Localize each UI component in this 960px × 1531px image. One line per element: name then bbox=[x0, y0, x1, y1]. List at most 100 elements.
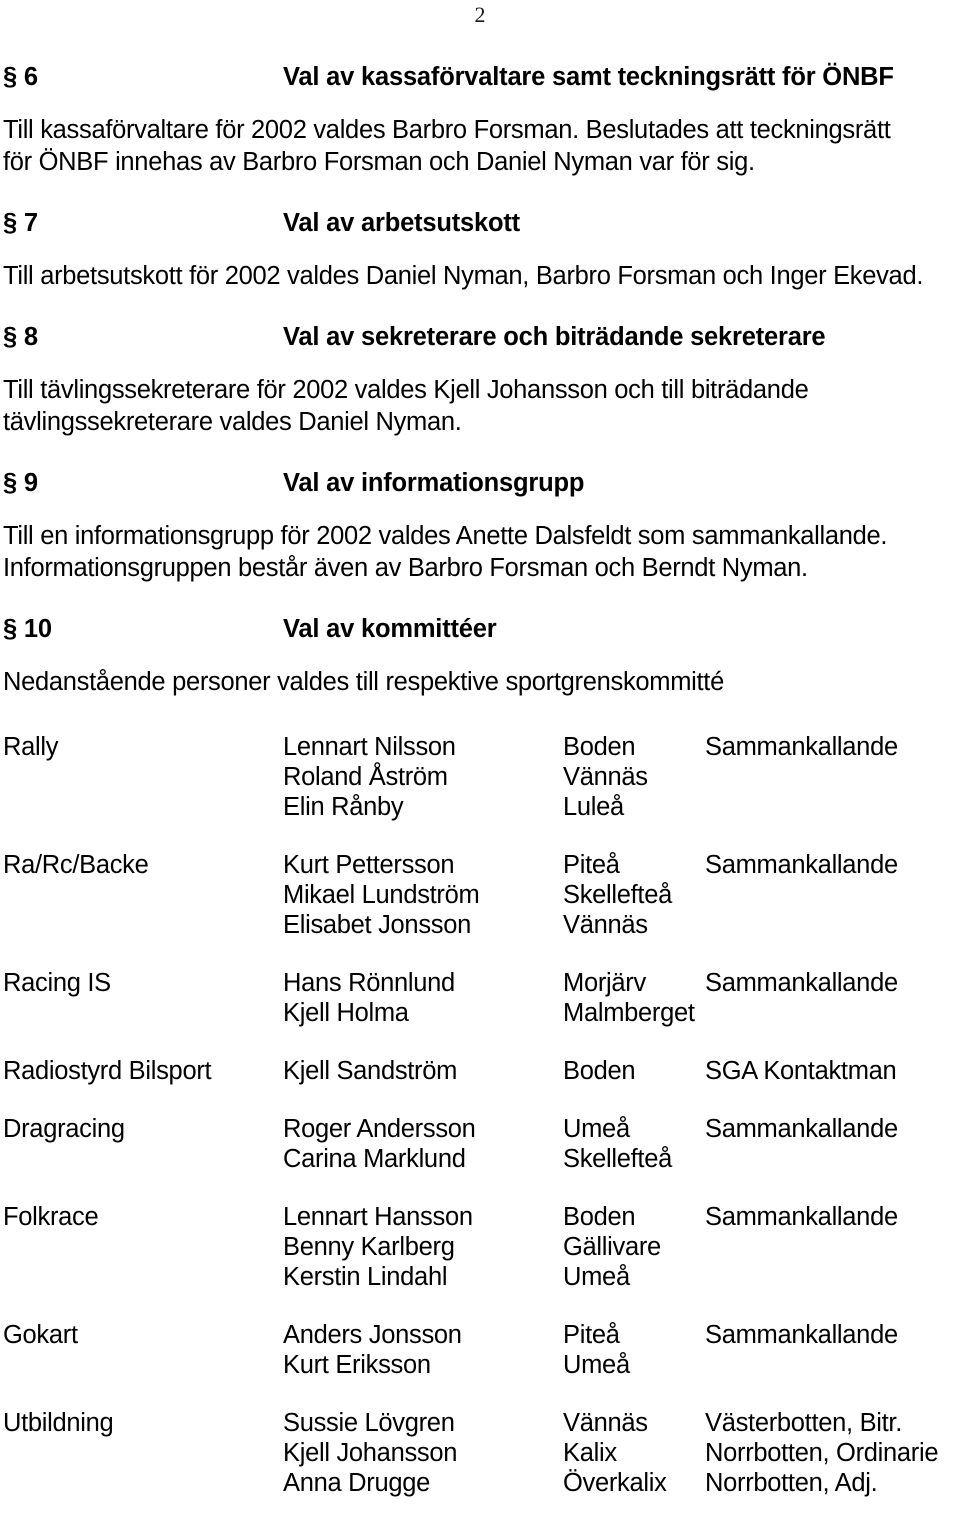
committee-category bbox=[3, 998, 283, 1028]
committee-member-name: Elin Rånby bbox=[283, 793, 404, 821]
committee-member-name: Kjell Johansson bbox=[283, 1439, 458, 1467]
spacer-cell bbox=[283, 1174, 563, 1202]
document-body: § 6 Val av kassaförvaltare samt tecknings… bbox=[3, 62, 949, 1498]
table-row: Kjell Johansson Kalix Norrbotten, Ordinari… bbox=[3, 1438, 939, 1468]
table-row: Ra/Rc/Backe Kurt Pettersson Piteå Sammankal… bbox=[3, 850, 938, 880]
committee-category bbox=[3, 910, 283, 940]
table-row-spacer bbox=[3, 1028, 938, 1056]
paragraph-line: Till tävlingssekreterare för 2002 valdes… bbox=[3, 376, 809, 404]
spacer-cell bbox=[563, 1292, 705, 1320]
committee-category bbox=[3, 1262, 283, 1292]
paragraph-line: Nedanstående personer valdes till respek… bbox=[3, 668, 724, 696]
spacer-cell bbox=[705, 940, 938, 968]
committee-member-role bbox=[705, 792, 938, 822]
committee-category bbox=[3, 1232, 283, 1262]
committee-category: Rally bbox=[3, 733, 59, 761]
committee-member-city: Malmberget bbox=[563, 999, 695, 1027]
committee-category bbox=[3, 1144, 283, 1174]
spacer-cell bbox=[705, 822, 938, 850]
spacer-cell bbox=[3, 1380, 283, 1408]
committee-member-name: Lennart Hansson bbox=[283, 1203, 473, 1231]
table-row: Dragracing Roger Andersson Umeå Sammankalla… bbox=[3, 1114, 938, 1144]
committee-category bbox=[3, 792, 283, 822]
committee-member-role bbox=[705, 762, 938, 792]
committee-member-role bbox=[705, 880, 938, 910]
spacer-cell bbox=[283, 940, 563, 968]
committee-member-name: Carina Marklund bbox=[283, 1145, 466, 1173]
committee-member-city: Överkalix bbox=[563, 1469, 667, 1497]
spacer-cell bbox=[705, 1086, 938, 1114]
table-row-spacer bbox=[3, 1086, 938, 1114]
table-row-spacer bbox=[3, 1292, 938, 1320]
spacer-cell bbox=[563, 940, 705, 968]
committee-member-role: Sammankallande bbox=[705, 1321, 898, 1349]
committee-member-role bbox=[705, 1144, 938, 1174]
spacer-cell bbox=[705, 1292, 938, 1320]
spacer-cell bbox=[563, 1380, 705, 1408]
section-paragraph: Till en informationsgrupp för 2002 valde… bbox=[3, 520, 949, 584]
sections-container: § 6 Val av kassaförvaltare samt tecknings… bbox=[3, 62, 949, 698]
table-row: Carina Marklund Skellefteå bbox=[3, 1144, 938, 1174]
spacer-cell bbox=[3, 940, 283, 968]
committee-member-city: Skellefteå bbox=[563, 881, 672, 909]
spacer-cell bbox=[283, 1380, 563, 1408]
committee-category bbox=[3, 880, 283, 910]
table-row-spacer bbox=[3, 1174, 938, 1202]
section-heading: § 10 Val av kommittéer bbox=[3, 614, 949, 644]
spacer-cell bbox=[3, 1086, 283, 1114]
section-heading: § 8 Val av sekreterare och biträdande sek… bbox=[3, 322, 949, 352]
committee-member-name: Mikael Lundström bbox=[283, 881, 480, 909]
table-row: Kerstin Lindahl Umeå bbox=[3, 1262, 938, 1292]
section-title: Val av sekreterare och biträdande sekret… bbox=[283, 323, 826, 351]
spacer-cell bbox=[705, 1028, 938, 1056]
table-row: Benny Karlberg Gällivare bbox=[3, 1232, 938, 1262]
committee-member-role: Norrbotten, Adj. bbox=[705, 1469, 878, 1497]
table-row: Radiostyrd Bilsport Kjell Sandström Boden S… bbox=[3, 1056, 938, 1086]
committee-member-role: Sammankallande bbox=[705, 733, 898, 761]
committee-member-city: Piteå bbox=[563, 1321, 620, 1349]
table-row: Mikael Lundström Skellefteå bbox=[3, 880, 938, 910]
committee-category bbox=[3, 1350, 283, 1380]
committee-member-name: Kurt Eriksson bbox=[283, 1351, 431, 1379]
spacer-cell bbox=[283, 1086, 563, 1114]
committee-category bbox=[3, 1438, 283, 1468]
committee-member-role bbox=[705, 910, 938, 940]
paragraph-line: för ÖNBF innehas av Barbro Forsman och D… bbox=[3, 148, 755, 176]
spacer-cell bbox=[563, 1028, 705, 1056]
committee-member-city: Morjärv bbox=[563, 969, 646, 997]
spacer-cell bbox=[283, 1292, 563, 1320]
committee-category: Racing IS bbox=[3, 969, 111, 997]
committee-category: Utbildning bbox=[3, 1409, 114, 1437]
paragraph-line: Informationsgruppen består även av Barbr… bbox=[3, 554, 808, 582]
committee-member-name: Kjell Sandström bbox=[283, 1057, 458, 1085]
committee-member-city: Umeå bbox=[563, 1351, 630, 1379]
committee-member-name: Roger Andersson bbox=[283, 1115, 476, 1143]
table-row: Roland Åström Vännäs bbox=[3, 762, 938, 792]
committee-category: Radiostyrd Bilsport bbox=[3, 1057, 212, 1085]
section-title: Val av kassaförvaltare samt teckningsrät… bbox=[283, 63, 894, 91]
committee-member-city: Boden bbox=[563, 1057, 636, 1085]
section-number: § 9 bbox=[3, 469, 38, 497]
spacer-cell bbox=[283, 822, 563, 850]
spacer-cell bbox=[3, 1174, 283, 1202]
committee-member-name: Anna Drugge bbox=[283, 1469, 430, 1497]
table-row: Kjell Holma Malmberget bbox=[3, 998, 938, 1028]
committee-member-name: Sussie Lövgren bbox=[283, 1409, 455, 1437]
committee-member-city: Umeå bbox=[563, 1115, 630, 1143]
table-row-spacer bbox=[3, 822, 938, 850]
committee-member-role bbox=[705, 1262, 938, 1292]
table-row: Gokart Anders Jonsson Piteå Sammankallande bbox=[3, 1320, 938, 1350]
committee-member-role bbox=[705, 1232, 938, 1262]
section-number: § 10 bbox=[3, 615, 52, 643]
spacer-cell bbox=[563, 1086, 705, 1114]
committee-member-name: Anders Jonsson bbox=[283, 1321, 462, 1349]
committee-member-city: Umeå bbox=[563, 1263, 630, 1291]
section-paragraph: Till kassaförvaltare för 2002 valdes Bar… bbox=[3, 114, 949, 178]
section-heading: § 9 Val av informationsgrupp bbox=[3, 468, 949, 498]
